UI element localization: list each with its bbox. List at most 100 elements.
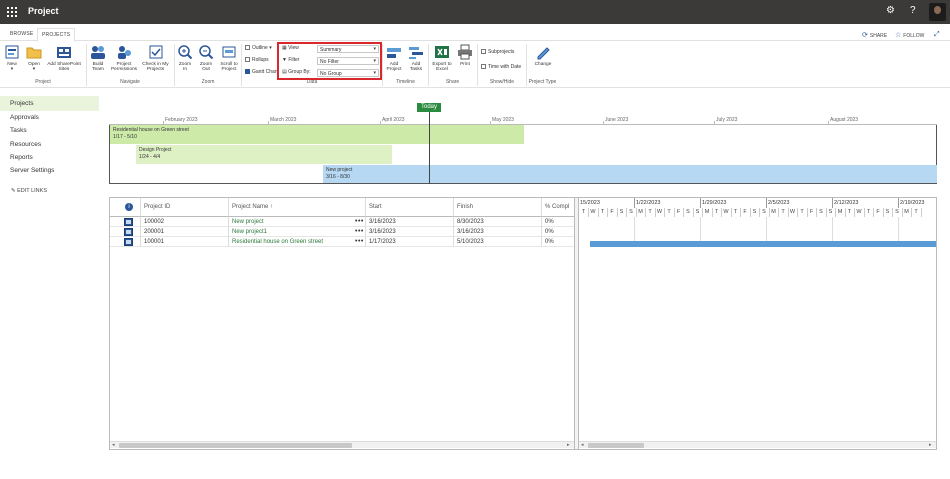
gantt-day-cell: W — [589, 208, 599, 217]
column-header-project-id[interactable]: Project ID — [141, 198, 229, 217]
project-id-cell: 200001 — [141, 227, 229, 237]
column-header-project-name[interactable]: Project Name ↑ — [229, 198, 366, 217]
app-launcher-icon[interactable] — [7, 7, 17, 17]
share-button[interactable]: ⟳ SHARE — [862, 31, 887, 39]
nav-item-reports[interactable]: Reports — [10, 154, 33, 161]
timeline-bar[interactable]: New project 3/16 - 8/30 — [323, 165, 937, 183]
add-tasks-timeline-button[interactable]: Add Tasks — [407, 44, 425, 72]
more-options-icon[interactable]: ••• — [355, 228, 364, 235]
more-options-icon[interactable]: ••• — [355, 218, 364, 225]
nav-item-projects[interactable]: Projects — [10, 100, 33, 107]
subprojects-check-icon — [481, 49, 486, 55]
folder-icon — [26, 47, 42, 59]
scroll-left-icon[interactable]: ◂ — [112, 442, 115, 448]
timeline-month: June 2023 — [605, 117, 629, 123]
check-in-my-projects-button[interactable]: Check in My Projects — [140, 44, 171, 72]
gantt-chart-label: Gantt Chart — [252, 69, 278, 75]
table-row[interactable]: 200001 New project1 ••• 3/16/2023 3/16/2… — [110, 227, 575, 237]
subprojects-checkbox[interactable]: Subprojects — [481, 49, 514, 55]
rollups-checkbox[interactable]: Rollups — [245, 57, 269, 63]
zoom-out-button[interactable]: Zoom Out — [197, 44, 215, 72]
scroll-left-icon[interactable]: ◂ — [581, 442, 584, 448]
timeline-bar-name: New project — [326, 167, 353, 173]
scroll-right-icon[interactable]: ▸ — [567, 442, 570, 448]
change-type-icon — [537, 47, 550, 60]
time-with-date-checkbox[interactable]: Time with Date — [481, 64, 521, 70]
project-icon — [124, 218, 133, 226]
project-name-link[interactable]: New project1 — [229, 227, 366, 237]
finish-cell: 8/30/2023 — [454, 217, 542, 227]
avatar[interactable] — [929, 3, 946, 21]
start-cell: 3/16/2023 — [366, 217, 454, 227]
timeline-month: July 2023 — [716, 117, 738, 123]
column-header-percent-complete[interactable]: % Compl — [542, 198, 575, 217]
add-project-label-2: Project — [386, 67, 402, 72]
pane-splitter[interactable] — [574, 198, 579, 449]
project-name-link[interactable]: New project — [229, 217, 366, 227]
zoom-in-icon — [178, 45, 193, 60]
gantt-day-cell: F — [741, 208, 751, 217]
outline-icon — [245, 45, 250, 51]
project-name-link[interactable]: Residential house on Green street — [229, 237, 366, 247]
help-icon[interactable]: ? — [910, 5, 916, 16]
focus-content-button[interactable]: ⤢ — [934, 31, 942, 39]
open-button[interactable]: Open ▾ — [26, 44, 42, 72]
tab-projects[interactable]: PROJECTS — [37, 28, 76, 42]
gantt-chart-checkbox[interactable]: Gantt Chart — [245, 69, 278, 75]
timeline[interactable]: February 2023 March 2023 April 2023 May … — [109, 114, 937, 184]
table-row[interactable]: 100002 New project ••• 3/16/2023 8/30/20… — [110, 217, 575, 227]
time-with-date-label: Time with Date — [488, 64, 522, 70]
build-team-button[interactable]: Build Team — [89, 44, 107, 72]
tab-browse[interactable]: BROWSE — [10, 31, 33, 37]
app-title[interactable]: Project — [28, 6, 59, 16]
nav-item-approvals[interactable]: Approvals — [10, 114, 39, 121]
outline-label: Outline — [252, 45, 268, 51]
print-label: Print — [460, 62, 470, 67]
outline-button[interactable]: Outline ▾ — [245, 45, 272, 51]
gantt-day-cell: T — [579, 208, 589, 217]
gantt-horizontal-scrollbar[interactable]: ◂ ▸ — [579, 441, 936, 448]
build-team-label-2: Team — [92, 67, 104, 72]
edit-links-button[interactable]: ✎ EDIT LINKS — [11, 188, 47, 194]
change-project-type-button[interactable]: Change — [531, 44, 555, 67]
timeline-bar-name: Residential house on Green street — [113, 127, 189, 133]
gear-icon[interactable]: ⚙ — [886, 5, 895, 16]
new-button[interactable]: New ▾ — [4, 44, 20, 72]
timeline-bar[interactable]: Design Project 1/24 - 4/4 — [136, 145, 392, 164]
gantt-day-cell: S — [750, 208, 760, 217]
zoom-in-button[interactable]: Zoom In — [176, 44, 194, 72]
gantt-day-cell: T — [912, 208, 922, 217]
change-label: Change — [534, 62, 552, 67]
gantt-day-cell: M — [636, 208, 646, 217]
gantt-day-cell: T — [864, 208, 874, 217]
table-row[interactable]: 100001 Residential house on Green street… — [110, 237, 575, 247]
export-to-excel-button[interactable]: Export to Excel — [431, 44, 453, 72]
column-header-start[interactable]: Start — [366, 198, 454, 217]
nav-item-server-settings[interactable]: Server Settings — [10, 167, 54, 174]
column-header-finish[interactable]: Finish — [454, 198, 542, 217]
subprojects-label: Subprojects — [488, 49, 515, 55]
gantt-day-cell: S — [883, 208, 893, 217]
nav-item-tasks[interactable]: Tasks — [10, 127, 27, 134]
gantt-day-cell: S — [817, 208, 827, 217]
grid-horizontal-scrollbar[interactable]: ◂ ▸ — [110, 441, 574, 448]
scroll-to-project-button[interactable]: Scroll to Project — [218, 44, 240, 72]
project-grid: i Project ID Project Name ↑ Start Finish… — [109, 197, 937, 450]
gantt-day-cell: W — [655, 208, 665, 217]
add-project-timeline-button[interactable]: Add Project — [385, 44, 403, 72]
project-permissions-button[interactable]: Project Permissions — [109, 44, 139, 72]
timeline-bar[interactable]: Residential house on Green street 1/17 - … — [110, 125, 524, 144]
finish-cell: 3/16/2023 — [454, 227, 542, 237]
add-sharepoint-sites-button[interactable]: Add SharePoint Sites — [45, 44, 83, 72]
nav-item-resources[interactable]: Resources — [10, 141, 41, 148]
follow-button[interactable]: ☆ FOLLOW — [895, 31, 924, 39]
scroll-right-icon[interactable]: ▸ — [929, 442, 932, 448]
gantt-day-cell: S — [893, 208, 903, 217]
more-options-icon[interactable]: ••• — [355, 238, 364, 245]
zoom-in-label-2: In — [182, 67, 187, 72]
indicator-column-header[interactable]: i — [110, 198, 141, 217]
gantt-bar[interactable] — [590, 241, 936, 247]
scrollbar-thumb[interactable] — [119, 443, 352, 448]
print-button[interactable]: Print — [457, 44, 473, 67]
scrollbar-thumb[interactable] — [588, 443, 644, 448]
